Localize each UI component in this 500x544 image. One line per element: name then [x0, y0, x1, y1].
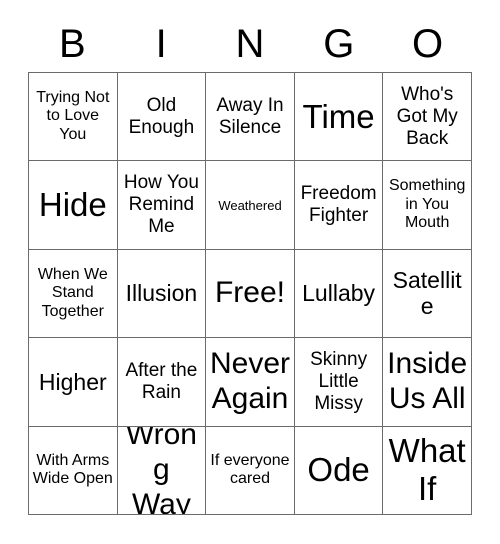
bingo-header-letter-b: B — [59, 22, 86, 66]
bingo-cell-label: Lullaby — [302, 280, 376, 307]
bingo-cell-n1[interactable]: Away In Silence — [206, 73, 295, 162]
bingo-cell-label: After the Rain — [125, 359, 198, 403]
bingo-cell-label: Old Enough — [128, 94, 195, 138]
bingo-cell-label: Satellite — [392, 266, 462, 320]
bingo-cell-label: Something in You Mouth — [388, 177, 466, 232]
bingo-cell-label: Time — [302, 97, 375, 135]
bingo-grid: Trying Not to Love You Old Enough Away I… — [28, 72, 472, 515]
bingo-cell-label: Wrong Way — [125, 426, 197, 515]
bingo-cell-label: How You Remind Me — [123, 172, 199, 238]
bingo-cell-g4[interactable]: Skinny Little Missy — [294, 338, 384, 427]
bingo-header-letter-g: G — [323, 22, 355, 66]
bingo-cell-label: Higher — [38, 368, 107, 395]
bingo-cell-b4[interactable]: Higher — [29, 338, 118, 427]
bingo-header-letter-o: O — [412, 22, 444, 66]
bingo-card: B I N G O Trying Not to Love You Old Eno… — [0, 0, 500, 544]
bingo-cell-n2[interactable]: Weathered — [206, 161, 295, 250]
bingo-cell-label: Never Again — [209, 347, 290, 415]
bingo-cell-label: Free! — [214, 276, 285, 310]
bingo-cell-b3[interactable]: When We Stand Together — [29, 249, 118, 339]
bingo-cell-label: Freedom Fighter — [300, 183, 377, 227]
bingo-header-row: B I N G O — [28, 16, 472, 72]
bingo-cell-label: When We Stand Together — [37, 265, 108, 320]
bingo-cell-i2[interactable]: How You Remind Me — [117, 161, 207, 250]
bingo-cell-label: Weathered — [218, 197, 282, 213]
bingo-cell-b2[interactable]: Hide — [29, 161, 118, 250]
bingo-cell-b5[interactable]: With Arms Wide Open — [29, 426, 118, 515]
bingo-cell-o5[interactable]: What If — [383, 426, 472, 515]
bingo-cell-label: With Arms Wide Open — [32, 451, 113, 488]
bingo-cell-label: Inside Us All — [387, 347, 468, 415]
bingo-header-letter-i: I — [155, 22, 167, 66]
bingo-cell-label: Away In Silence — [216, 94, 284, 138]
bingo-cell-free-space[interactable]: Free! — [206, 249, 295, 339]
bingo-cell-i4[interactable]: After the Rain — [117, 338, 207, 427]
bingo-cell-n5[interactable]: If everyone cared — [206, 426, 295, 515]
bingo-cell-g5[interactable]: Ode — [294, 426, 384, 515]
bingo-cell-i5[interactable]: Wrong Way — [117, 426, 207, 515]
bingo-cell-label: If everyone cared — [210, 451, 290, 488]
bingo-cell-label: Who's Got My Back — [396, 83, 458, 149]
bingo-cell-g2[interactable]: Freedom Fighter — [294, 161, 384, 250]
bingo-cell-label: Skinny Little Missy — [310, 348, 368, 414]
bingo-cell-label: Trying Not to Love You — [36, 88, 110, 143]
bingo-cell-o4[interactable]: Inside Us All — [383, 338, 472, 427]
bingo-cell-i1[interactable]: Old Enough — [117, 73, 207, 162]
bingo-cell-label: Ode — [307, 451, 370, 489]
bingo-cell-o1[interactable]: Who's Got My Back — [383, 73, 472, 162]
bingo-header-letter-n: N — [235, 22, 265, 66]
bingo-cell-b1[interactable]: Trying Not to Love You — [29, 73, 118, 162]
bingo-cell-g3[interactable]: Lullaby — [294, 249, 384, 339]
bingo-cell-g1[interactable]: Time — [294, 73, 384, 162]
bingo-cell-o2[interactable]: Something in You Mouth — [383, 161, 472, 250]
bingo-cell-n4[interactable]: Never Again — [206, 338, 295, 427]
bingo-cell-o3[interactable]: Satellite — [383, 249, 472, 339]
bingo-cell-label: Illusion — [125, 280, 198, 307]
bingo-cell-i3[interactable]: Illusion — [117, 249, 207, 339]
bingo-cell-label: What If — [388, 432, 466, 508]
bingo-cell-label: Hide — [38, 185, 107, 223]
